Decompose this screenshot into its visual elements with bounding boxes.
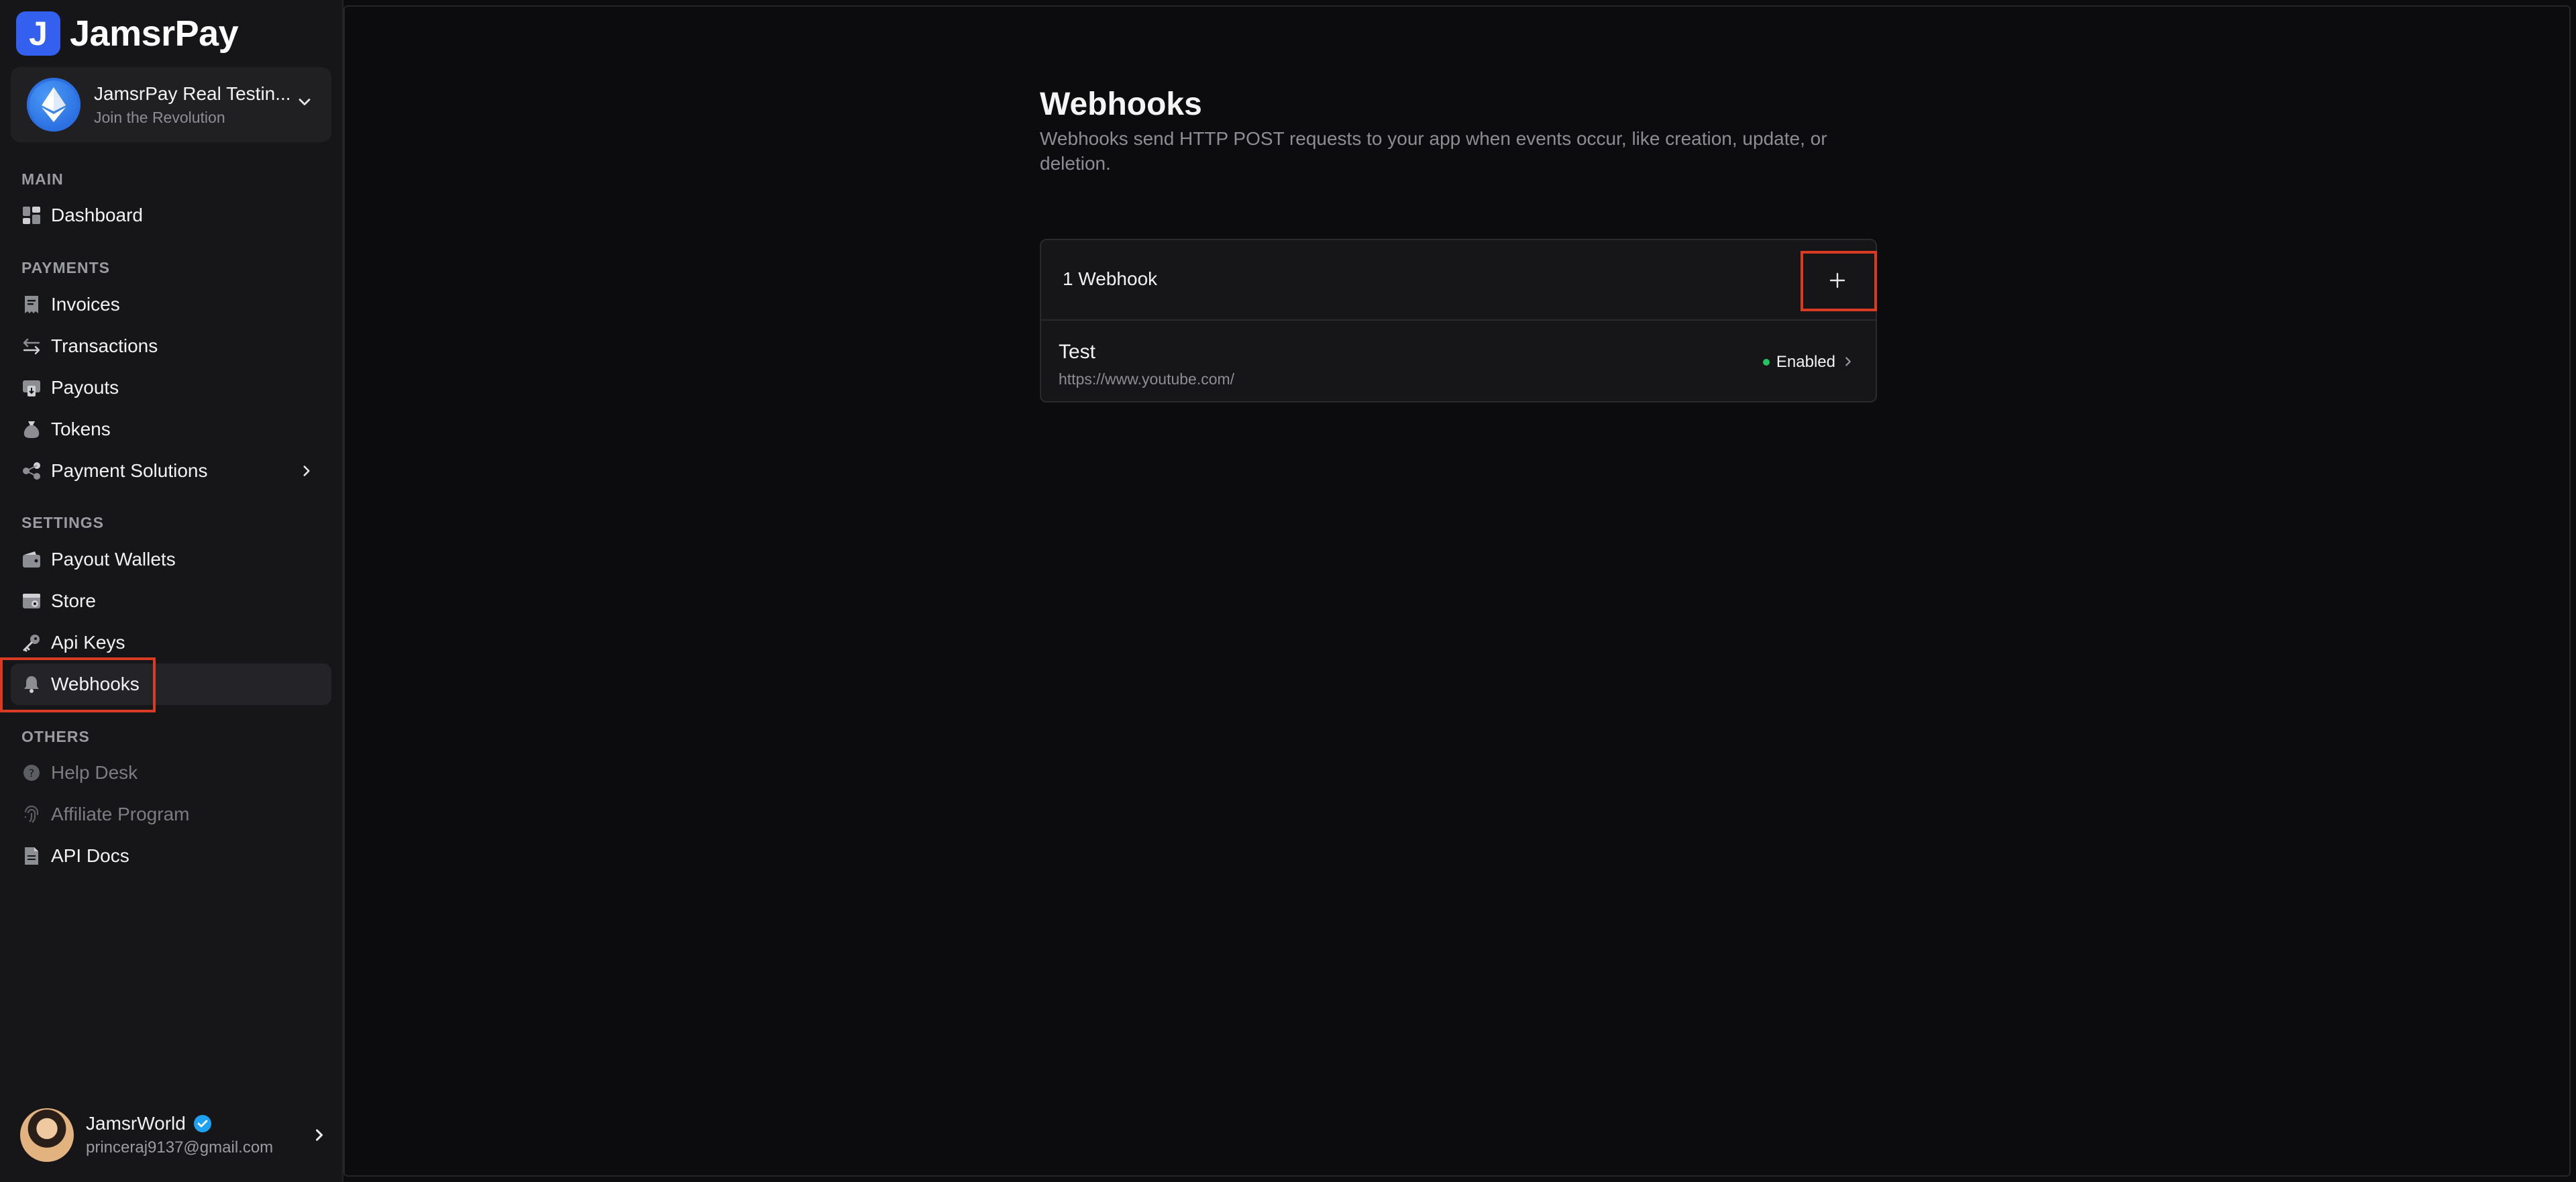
transfer-arrows-icon — [21, 336, 42, 356]
main-content: Webhooks Webhooks send HTTP POST request… — [343, 5, 2571, 1177]
fingerprint-icon — [21, 804, 42, 824]
ethereum-icon — [27, 78, 80, 131]
sidebar-item-transactions[interactable]: Transactions — [11, 325, 331, 367]
sidebar-item-label: Tokens — [51, 419, 111, 439]
sidebar-item-label: Api Keys — [51, 632, 125, 653]
webhooks-card: 1 Webhook Test https://www.youtube.com/ … — [1040, 239, 1877, 402]
document-icon — [21, 846, 42, 866]
sidebar-item-tokens[interactable]: Tokens — [11, 409, 331, 450]
webhook-name: Test — [1059, 341, 1096, 363]
webhook-row[interactable]: Test https://www.youtube.com/ Enabled — [1041, 321, 1876, 401]
sidebar-item-label: Payment Solutions — [51, 460, 208, 481]
section-label-payments: PAYMENTS — [21, 259, 110, 276]
webhook-url: https://www.youtube.com/ — [1059, 370, 1235, 388]
key-icon — [21, 633, 42, 653]
sidebar-item-label: Store — [51, 590, 96, 611]
section-label-main: MAIN — [21, 170, 64, 188]
sidebar-item-label: Help Desk — [51, 762, 138, 783]
sidebar-item-dashboard[interactable]: Dashboard — [11, 195, 331, 236]
money-bag-icon — [21, 419, 42, 439]
avatar — [20, 1108, 74, 1162]
sidebar-item-label: Payouts — [51, 377, 119, 398]
user-profile[interactable]: JamsrWorld princeraj9137@gmail.com — [20, 1107, 329, 1163]
sidebar-item-label: Affiliate Program — [51, 804, 190, 824]
status-label: Enabled — [1776, 353, 1835, 371]
status-badge: Enabled — [1762, 353, 1835, 372]
sidebar-item-payout-wallets[interactable]: Payout Wallets — [11, 539, 331, 580]
chevron-right-icon — [1841, 354, 1856, 372]
sidebar-item-label: Payout Wallets — [51, 549, 176, 570]
section-label-others: OTHERS — [21, 728, 90, 745]
page-title: Webhooks — [1040, 87, 1202, 122]
brand[interactable]: J JamsrPay — [16, 11, 239, 56]
sidebar-item-store[interactable]: Store — [11, 580, 331, 622]
verified-badge-icon — [193, 1114, 213, 1134]
sidebar-item-label: Transactions — [51, 335, 158, 356]
sidebar-item-affiliate-program[interactable]: Affiliate Program — [11, 794, 331, 835]
help-circle-icon: ? — [21, 763, 42, 783]
sidebar-item-api-docs[interactable]: API Docs — [11, 835, 331, 877]
sidebar-item-label: Invoices — [51, 294, 120, 315]
user-email: princeraj9137@gmail.com — [86, 1138, 274, 1157]
sidebar-item-payment-solutions[interactable]: Payment Solutions — [11, 450, 331, 492]
share-nodes-icon — [21, 461, 42, 481]
invoice-icon — [21, 294, 42, 315]
webhooks-card-header: 1 Webhook — [1041, 240, 1876, 321]
wallet-icon — [21, 549, 42, 570]
chevron-right-icon — [298, 462, 315, 484]
payout-icon — [21, 378, 42, 398]
svg-text:?: ? — [29, 767, 35, 780]
webhooks-highlight-box — [0, 657, 156, 712]
status-dot-icon — [1762, 359, 1770, 366]
sidebar-item-label: API Docs — [51, 845, 129, 866]
user-name: JamsrWorld — [86, 1113, 186, 1134]
dashboard-icon — [21, 205, 42, 225]
chevron-right-icon — [310, 1126, 329, 1148]
sidebar-item-label: Dashboard — [51, 205, 143, 225]
webhook-count: 1 Webhook — [1063, 268, 1158, 289]
store-switcher[interactable]: JamsrPay Real Testin... Join the Revolut… — [11, 67, 331, 142]
sidebar-item-payouts[interactable]: Payouts — [11, 367, 331, 409]
brand-logo: J — [16, 11, 60, 56]
section-label-settings: SETTINGS — [21, 514, 105, 531]
add-button-highlight-box — [1801, 251, 1877, 311]
sidebar-item-help-desk[interactable]: ? Help Desk — [11, 752, 331, 794]
sidebar: J JamsrPay JamsrPay Real Testin... Join … — [0, 0, 343, 1182]
chevron-down-icon — [295, 93, 314, 115]
brand-name: JamsrPay — [70, 13, 239, 54]
store-subtitle: Join the Revolution — [94, 108, 225, 126]
sidebar-item-invoices[interactable]: Invoices — [11, 284, 331, 325]
page-description: Webhooks send HTTP POST requests to your… — [1040, 128, 1827, 174]
store-settings-icon — [21, 591, 42, 611]
store-name: JamsrPay Real Testin... — [94, 83, 291, 104]
